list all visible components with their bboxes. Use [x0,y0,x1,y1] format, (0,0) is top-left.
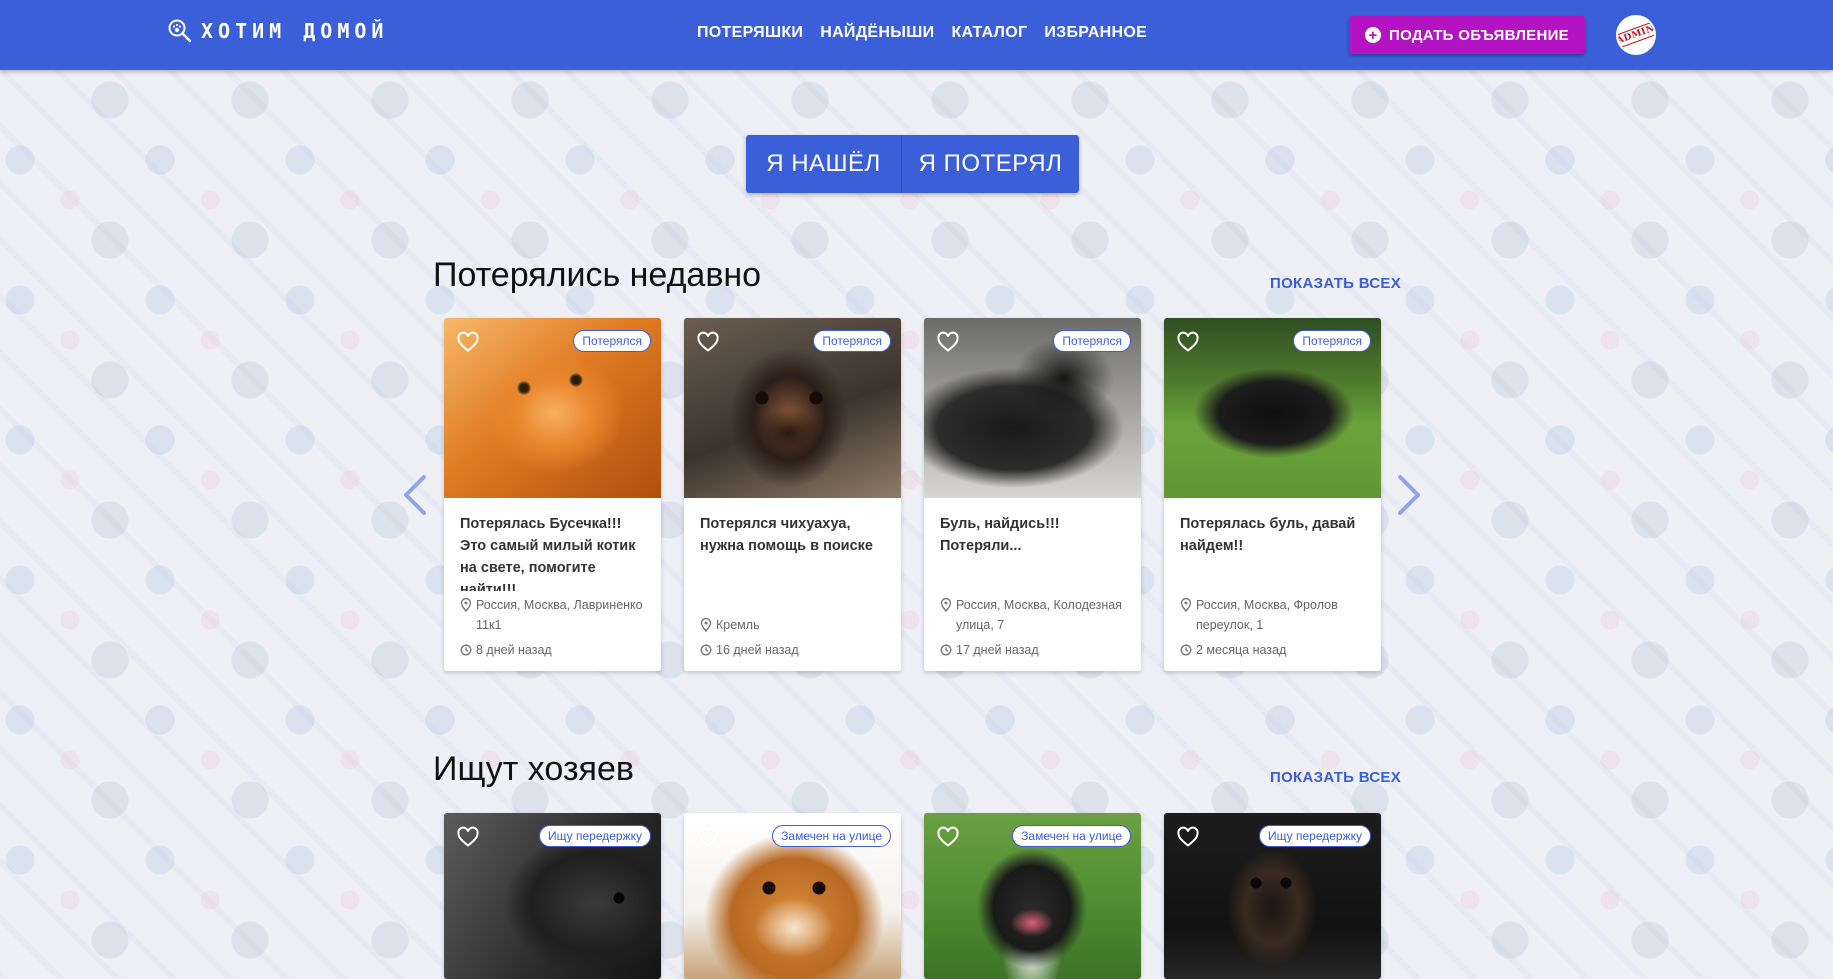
card-title: Потерялась буль, давай найдем!! [1180,516,1356,554]
card-time: 16 дней назад [700,643,887,657]
location-pin-icon [940,598,952,612]
pet-photo: Потерялся [444,318,661,498]
pet-photo: Потерялся [924,318,1141,498]
pet-card[interactable]: Потерялся Потерялся чихуахуа, нужна помо… [684,318,901,671]
logo[interactable]: ХОТИМ ДОМОЙ [167,18,388,44]
pet-photo: Ищу передержку [1164,813,1381,979]
card-title: Потерялась Бусечка!!! Это самый милый ко… [460,516,636,591]
location-text: Кремль [716,618,760,632]
plus-circle-icon: + [1365,27,1381,43]
heart-icon[interactable] [936,825,960,849]
location-pin-icon [700,618,712,632]
pet-card[interactable]: Потерялся Буль, найдись!!! Потеряли... Р… [924,318,1141,671]
pet-card[interactable]: Замечен на улице [684,813,901,979]
heart-icon[interactable] [1176,330,1200,354]
add-listing-label: ПОДАТЬ ОБЪЯВЛЕНИЕ [1389,26,1569,44]
card-location: Кремль [700,615,887,635]
location-text: Россия, Москва, Лавриненко 11к1 [476,598,643,632]
history-clock-icon [1180,644,1192,656]
logo-text: ХОТИМ ДОМОЙ [201,19,389,43]
main-nav: ПОТЕРЯШКИ НАЙДЁНЫШИ КАТАЛОГ ИЗБРАННОЕ [697,24,1147,42]
location-text: Россия, Москва, Колодезная улица, 7 [956,598,1122,632]
time-text: 2 месяца назад [1196,643,1287,657]
carousel-next-arrow-icon[interactable] [1394,473,1424,517]
heart-icon[interactable] [1176,825,1200,849]
owners-show-all-link[interactable]: ПОКАЗАТЬ ВСЕХ [1270,769,1401,786]
lost-section-title: Потерялись недавно [433,256,762,294]
status-badge: Потерялся [813,330,891,352]
heart-icon[interactable] [456,825,480,849]
pet-photo: Потерялся [1164,318,1381,498]
heart-icon[interactable] [696,330,720,354]
pet-photo: Ищу передержку [444,813,661,979]
location-pin-icon [1180,598,1192,612]
lost-show-all-link[interactable]: ПОКАЗАТЬ ВСЕХ [1270,275,1401,292]
location-pin-icon [460,598,472,612]
nav-link-catalog[interactable]: КАТАЛОГ [951,24,1027,42]
avatar-admin-stamp: ADMIN [1618,20,1654,50]
pet-photo: Замечен на улице [684,813,901,979]
card-title: Потерялся чихуахуа, нужна помощь в поиск… [700,516,873,554]
status-badge: Замечен на улице [1012,825,1131,847]
magnifier-paw-icon [168,19,192,43]
status-badge: Ищу передержку [1259,825,1371,847]
heart-icon[interactable] [456,330,480,354]
pet-card[interactable]: Ищу передержку [1164,813,1381,979]
add-listing-button[interactable]: + ПОДАТЬ ОБЪЯВЛЕНИЕ [1349,16,1585,54]
heart-icon[interactable] [936,330,960,354]
card-location: Россия, Москва, Лавриненко 11к1 [460,595,647,635]
nav-link-found[interactable]: НАЙДЁНЫШИ [820,24,934,42]
pet-card[interactable]: Замечен на улице [924,813,1141,979]
status-badge: Потерялся [1053,330,1131,352]
found-lost-toggle: Я НАШЁЛ Я ПОТЕРЯЛ [746,135,1079,193]
pet-card[interactable]: Ищу передержку [444,813,661,979]
i-lost-button[interactable]: Я ПОТЕРЯЛ [902,135,1079,193]
avatar[interactable]: ADMIN [1616,15,1656,55]
card-location: Россия, Москва, Колодезная улица, 7 [940,595,1127,635]
card-time: 2 месяца назад [1180,643,1367,657]
card-title: Буль, найдись!!! Потеряли... [940,516,1060,554]
i-found-button[interactable]: Я НАШЁЛ [746,135,902,193]
pet-card[interactable]: Потерялся Потерялась буль, давай найдем!… [1164,318,1381,671]
status-badge: Ищу передержку [539,825,651,847]
history-clock-icon [460,644,472,656]
nav-link-favorites[interactable]: ИЗБРАННОЕ [1044,24,1147,42]
time-text: 16 дней назад [716,643,799,657]
top-navbar: ХОТИМ ДОМОЙ ПОТЕРЯШКИ НАЙДЁНЫШИ КАТАЛОГ … [0,0,1833,70]
pet-photo: Замечен на улице [924,813,1141,979]
time-text: 17 дней назад [956,643,1039,657]
nav-link-lost[interactable]: ПОТЕРЯШКИ [697,24,803,42]
heart-icon[interactable] [696,825,720,849]
history-clock-icon [700,644,712,656]
time-text: 8 дней назад [476,643,552,657]
pet-photo: Потерялся [684,318,901,498]
location-text: Россия, Москва, Фролов переулок, 1 [1196,598,1338,632]
pet-card[interactable]: Потерялся Потерялась Бусечка!!! Это самы… [444,318,661,671]
owners-section-title: Ищут хозяев [433,750,634,788]
history-clock-icon [940,644,952,656]
status-badge: Замечен на улице [772,825,891,847]
status-badge: Потерялся [573,330,651,352]
card-location: Россия, Москва, Фролов переулок, 1 [1180,595,1367,635]
card-time: 17 дней назад [940,643,1127,657]
carousel-prev-arrow-icon[interactable] [400,473,430,517]
status-badge: Потерялся [1293,330,1371,352]
card-time: 8 дней назад [460,643,647,657]
